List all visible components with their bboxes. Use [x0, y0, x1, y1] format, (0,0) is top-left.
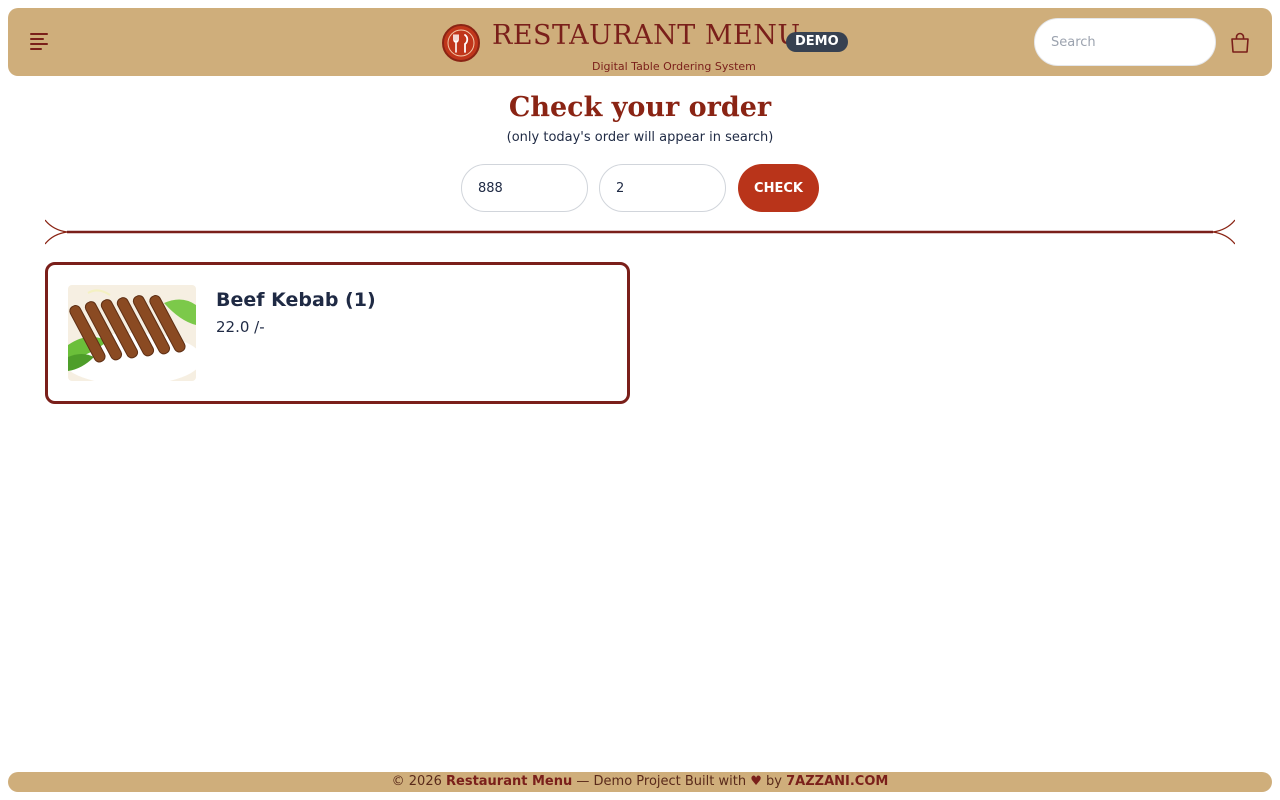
- shopping-bag-icon[interactable]: [1230, 32, 1250, 54]
- hamburger-menu-icon[interactable]: [30, 30, 52, 52]
- order-item-price: 22.0 /-: [216, 318, 265, 336]
- beef-kebab-image: [68, 285, 196, 381]
- search-input[interactable]: [1034, 18, 1216, 66]
- footer-brand-link[interactable]: Restaurant Menu: [446, 774, 572, 789]
- page-subtitle: (only today's order will appear in searc…: [506, 130, 774, 145]
- heart-icon: ♥: [750, 774, 762, 789]
- footer-copyright: © 2026: [391, 774, 442, 789]
- top-bar: RESTAURANT MENU DEMO Digital Table Order…: [8, 8, 1272, 76]
- ornamental-divider: [44, 218, 1236, 246]
- check-button[interactable]: CHECK: [738, 164, 819, 212]
- page-title: Check your order: [508, 92, 772, 123]
- footer-text: — Demo Project Built with: [576, 774, 747, 789]
- brand: RESTAURANT MENU DEMO Digital Table Order…: [442, 14, 862, 74]
- footer-by: by: [766, 774, 782, 789]
- brand-subtitle: Digital Table Ordering System: [592, 60, 756, 73]
- order-item-name: Beef Kebab (1): [216, 289, 376, 311]
- fork-knife-logo-icon: [442, 24, 480, 62]
- brand-title: RESTAURANT MENU: [492, 20, 801, 51]
- order-number-input[interactable]: [461, 164, 588, 212]
- table-number-input[interactable]: [599, 164, 726, 212]
- demo-badge: DEMO: [786, 32, 848, 52]
- footer-author-link[interactable]: 7AZZANI.COM: [786, 774, 888, 789]
- order-item-card: Beef Kebab (1) 22.0 /-: [45, 262, 630, 404]
- footer: © 2026 Restaurant Menu — Demo Project Bu…: [8, 772, 1272, 792]
